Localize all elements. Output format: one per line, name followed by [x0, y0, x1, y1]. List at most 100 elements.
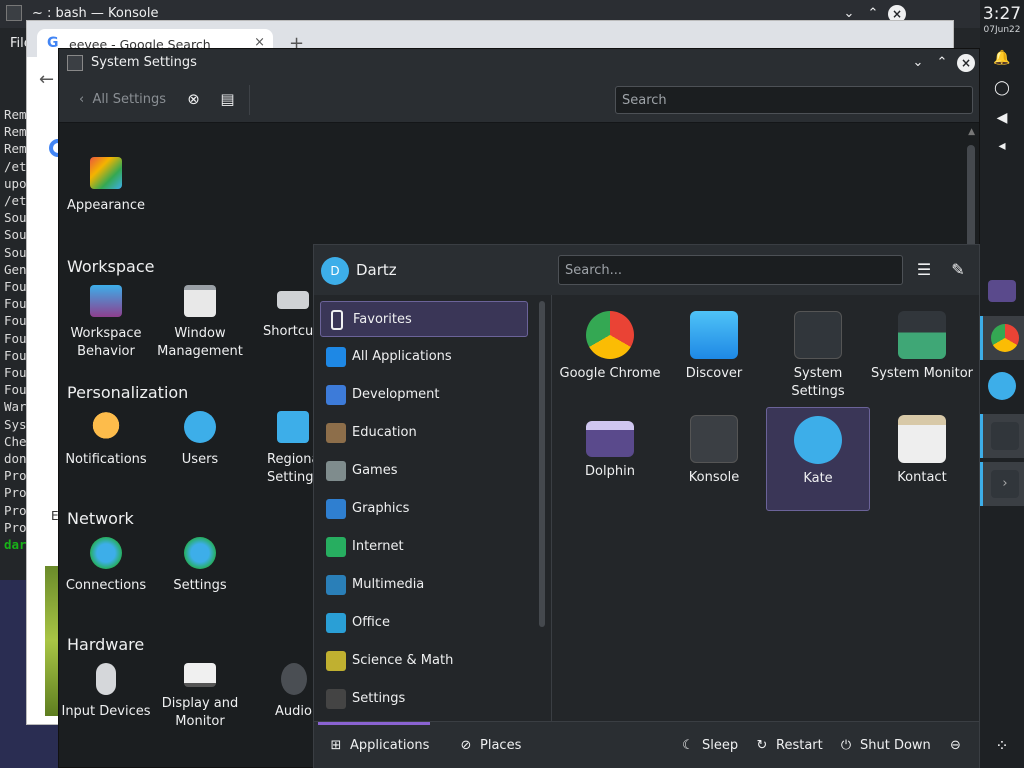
- category-internet[interactable]: Internet: [320, 529, 528, 565]
- all-settings-back-button[interactable]: ‹ All Settings: [79, 92, 166, 107]
- category-favorites[interactable]: Favorites: [320, 301, 528, 337]
- settings-item-notifications[interactable]: Notifications: [59, 411, 153, 469]
- settings-item-display[interactable]: Display and Monitor: [153, 663, 247, 731]
- sleep-button[interactable]: ☾ Sleep: [680, 738, 738, 753]
- highlight-changed-icon[interactable]: ▤: [219, 91, 236, 108]
- category-list: Favorites All Applications Development Educ…: [314, 295, 552, 721]
- monitor-icon: [184, 663, 216, 687]
- settings-item-connections[interactable]: Connections: [59, 537, 153, 595]
- mouse-icon: [96, 663, 116, 695]
- konsole-icon: [690, 415, 738, 463]
- notifications-label: Notifications: [65, 452, 147, 467]
- back-button[interactable]: ←: [39, 69, 54, 90]
- category-workspace: Workspace: [67, 257, 155, 276]
- clock-time[interactable]: 3:27: [980, 4, 1024, 24]
- category-science-math[interactable]: Science & Math: [320, 643, 528, 679]
- shutdown-button[interactable]: ⏻ Shut Down: [838, 738, 931, 753]
- launcher-divider: [551, 295, 552, 721]
- task-chrome[interactable]: [980, 316, 1024, 360]
- settings-item-users[interactable]: Users: [153, 411, 247, 469]
- category-label: Development: [352, 387, 440, 402]
- category-settings[interactable]: Settings: [320, 681, 528, 717]
- scroll-up-icon[interactable]: ▲: [968, 127, 975, 137]
- category-label: Favorites: [353, 312, 412, 327]
- discover-icon: [690, 311, 738, 359]
- application-launcher[interactable]: D Dartz ☰ ✎ Favorites All Applications Dev…: [313, 244, 980, 768]
- app-dolphin[interactable]: Dolphin: [558, 407, 662, 511]
- settings-item-network-settings[interactable]: Settings: [153, 537, 247, 595]
- category-scrollbar[interactable]: [539, 301, 545, 627]
- minimize-icon[interactable]: ⌄: [909, 54, 927, 72]
- network-settings-label: Settings: [173, 578, 227, 593]
- terminal-line: Gen: [4, 261, 27, 277]
- category-development[interactable]: Development: [320, 377, 528, 413]
- help-lifebuoy-icon[interactable]: ⊗: [185, 91, 202, 108]
- task-konsole[interactable]: ›: [980, 462, 1024, 506]
- restart-button[interactable]: ↻ Restart: [754, 738, 823, 753]
- app-label: Kontact: [897, 470, 947, 485]
- konsole-icon: [6, 5, 22, 21]
- tab-places[interactable]: ⊘ Places: [458, 738, 522, 753]
- terminal-line: Fou: [4, 279, 27, 295]
- kontact-icon: [898, 415, 946, 463]
- terminal-line: Fou: [4, 330, 27, 346]
- category-all-applications[interactable]: All Applications: [320, 339, 528, 375]
- task-kate[interactable]: [980, 364, 1024, 408]
- window-management-icon: [184, 285, 216, 317]
- expand-tray-icon[interactable]: ◂: [992, 136, 1012, 156]
- settings-item-shortcuts[interactable]: Shortcut: [247, 285, 313, 341]
- terminal-line: Rem: [4, 141, 27, 157]
- clock-date[interactable]: 07Jun22: [980, 25, 1024, 35]
- task-system-settings[interactable]: [980, 414, 1024, 458]
- category-label: Office: [352, 615, 390, 630]
- kate-icon: [794, 416, 842, 464]
- terminal-line: Sou: [4, 227, 27, 243]
- terminal-line: /et: [4, 193, 27, 209]
- app-label: Konsole: [688, 470, 740, 485]
- category-office[interactable]: Office: [320, 605, 528, 641]
- terminal-line: Pro: [4, 502, 27, 518]
- app-konsole[interactable]: Konsole: [662, 407, 766, 511]
- app-system-monitor[interactable]: System Monitor: [870, 303, 974, 407]
- terminal-line: upo: [4, 175, 27, 191]
- category-icon: [326, 613, 346, 633]
- category-icon: [326, 423, 346, 443]
- settings-item-regional[interactable]: Regional Settings: [247, 411, 313, 487]
- app-system-settings[interactable]: System Settings: [766, 303, 870, 407]
- terminal-line: Fou: [4, 347, 27, 363]
- app-kate[interactable]: Kate: [766, 407, 870, 511]
- settings-search-input[interactable]: [615, 86, 973, 114]
- category-multimedia[interactable]: Multimedia: [320, 567, 528, 603]
- notifications-bell-icon[interactable]: 🔔: [992, 48, 1012, 68]
- settings-item-audio[interactable]: Audio: [247, 663, 313, 721]
- task-dolphin[interactable]: [980, 268, 1024, 312]
- terminal-line: Fou: [4, 296, 27, 312]
- application-launcher-icon[interactable]: ⁘: [988, 736, 1016, 756]
- settings-titlebar[interactable]: System Settings ⌄ ⌃ ×: [59, 49, 979, 77]
- restart-label: Restart: [776, 738, 823, 753]
- app-discover[interactable]: Discover: [662, 303, 766, 407]
- settings-item-input-devices[interactable]: Input Devices: [59, 663, 153, 721]
- app-google-chrome[interactable]: Google Chrome: [558, 303, 662, 407]
- category-graphics[interactable]: Graphics: [320, 491, 528, 527]
- avatar[interactable]: D: [321, 257, 349, 285]
- volume-icon[interactable]: ◀: [992, 108, 1012, 128]
- pin-icon[interactable]: ✎: [948, 260, 968, 280]
- settings-item-workspace-behavior[interactable]: Workspace Behavior: [59, 285, 153, 361]
- category-education[interactable]: Education: [320, 415, 528, 451]
- app-kontact[interactable]: Kontact: [870, 407, 974, 511]
- more-options-icon[interactable]: ⊖: [950, 738, 961, 753]
- launcher-footer: ⊞ Applications ⊘ Places ☾ Sleep ↻ Restart ⏻ S…: [314, 721, 979, 768]
- terminal-output[interactable]: Rem Rem Rem/et upo/et Sou Sou Sou Gen Fou Fou Fou F…: [4, 106, 27, 553]
- launcher-search-input[interactable]: [558, 255, 903, 285]
- settings-item-appearance[interactable]: Appearance: [59, 157, 153, 215]
- configure-sliders-icon[interactable]: ☰: [914, 260, 934, 280]
- settings-item-window-management[interactable]: Window Management: [153, 285, 247, 361]
- close-icon[interactable]: ×: [957, 54, 975, 72]
- lightbulb-icon[interactable]: ◯: [992, 78, 1012, 98]
- maximize-icon[interactable]: ⌃: [933, 54, 951, 72]
- category-games[interactable]: Games: [320, 453, 528, 489]
- tab-applications[interactable]: ⊞ Applications: [328, 738, 430, 753]
- app-label: Google Chrome: [559, 366, 661, 381]
- category-hardware: Hardware: [67, 635, 145, 654]
